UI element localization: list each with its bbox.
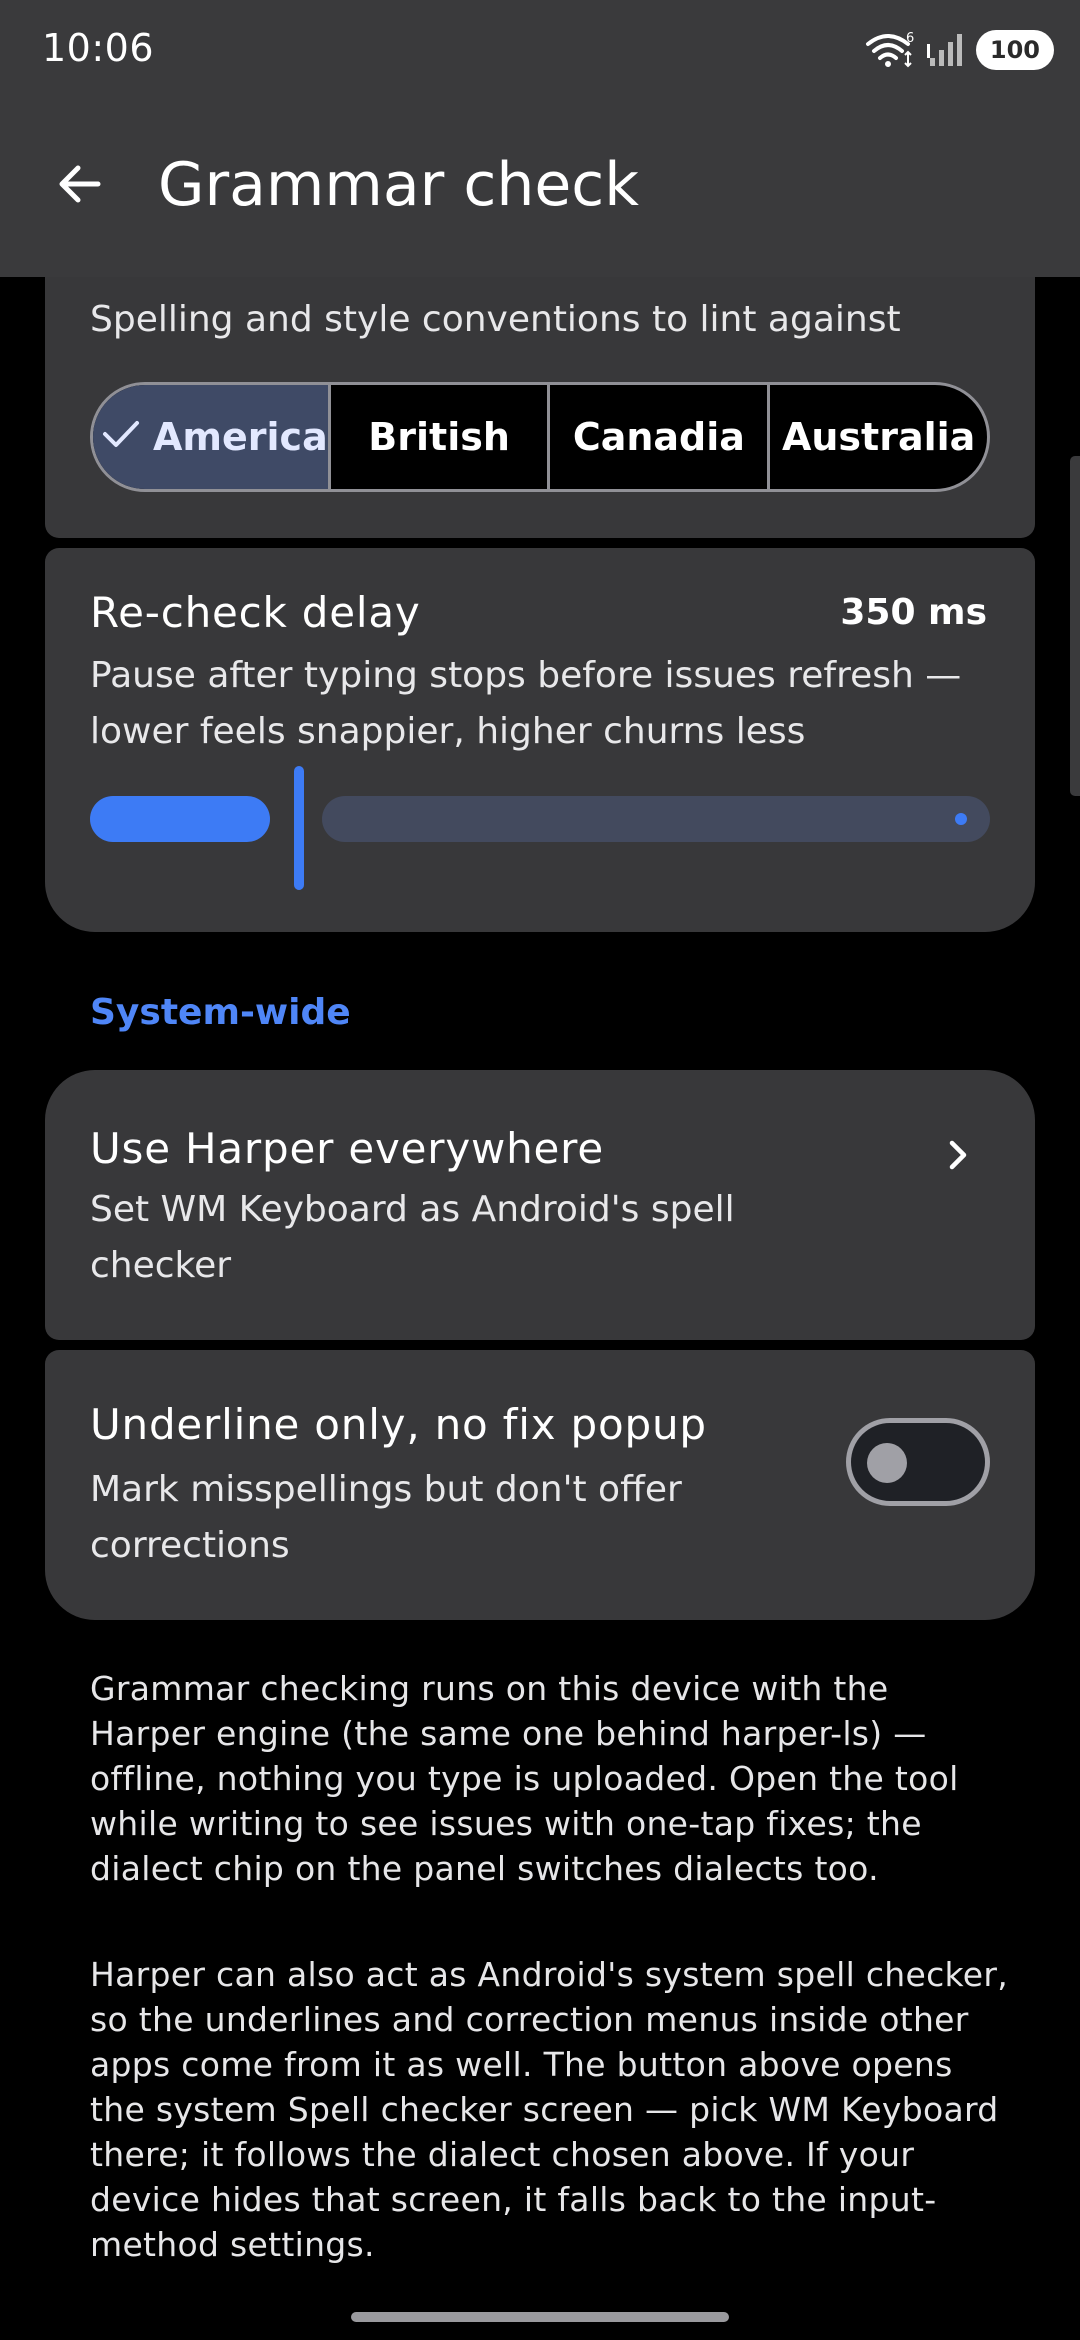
top-app-bar: 10:06 6 100 Grammar check: [0, 0, 1080, 277]
slider-thumb[interactable]: [294, 766, 304, 890]
underline-only-description: Mark misspellings but don't offer correc…: [90, 1469, 682, 1566]
underline-only-title: Underline only, no fix popup: [90, 1400, 707, 1449]
dialect-option-label: America: [153, 415, 328, 459]
checkmark-icon: [101, 413, 141, 462]
status-icons: 6 100: [864, 30, 1054, 70]
info-paragraph-2: Harper can also act as Android's system …: [90, 1955, 1009, 2264]
wifi-badge: 6: [906, 31, 914, 46]
back-button[interactable]: [40, 146, 120, 226]
home-indicator[interactable]: [351, 2312, 729, 2322]
slider-inactive-track: [322, 796, 990, 842]
dialect-option-america[interactable]: America: [93, 385, 328, 489]
recheck-delay-slider[interactable]: [90, 766, 990, 890]
recheck-delay-value: 350 ms: [840, 592, 987, 633]
dialect-option-label: Australia: [781, 415, 976, 459]
use-harper-title: Use Harper everywhere: [90, 1124, 604, 1173]
toggle-knob: [867, 1443, 907, 1483]
use-harper-everywhere-item[interactable]: Use Harper everywhere Set WM Keyboard as…: [45, 1070, 1035, 1340]
battery-icon: 100: [975, 30, 1054, 70]
dialect-option-canadian[interactable]: Canadia: [547, 385, 767, 489]
scrollbar[interactable]: [1070, 456, 1080, 796]
wifi-icon: 6: [864, 30, 916, 70]
dialect-segmented-control: America British Canadia Australia: [90, 382, 990, 492]
use-harper-description: Set WM Keyboard as Android's spell check…: [90, 1189, 735, 1286]
recheck-delay-description: Pause after typing stops before issues r…: [90, 655, 962, 752]
dialect-option-british[interactable]: British: [327, 385, 548, 489]
underline-only-toggle[interactable]: [846, 1418, 990, 1506]
underline-only-item[interactable]: Underline only, no fix popup Mark misspe…: [45, 1350, 1035, 1620]
page-title: Grammar check: [158, 150, 639, 220]
dialect-subtitle: Spelling and style conventions to lint a…: [90, 299, 901, 340]
slider-active-track: [90, 796, 270, 842]
signal-icon: [926, 30, 966, 70]
info-paragraph-1: Grammar checking runs on this device wit…: [90, 1669, 959, 1888]
slider-stop-indicator: [955, 813, 967, 825]
dialect-option-australia[interactable]: Australia: [767, 385, 987, 489]
recheck-delay-title: Re-check delay: [90, 588, 421, 637]
section-header-system-wide: System-wide: [90, 992, 351, 1033]
status-time: 10:06: [42, 26, 155, 70]
arrow-left-icon: [54, 158, 106, 214]
chevron-right-icon: [933, 1130, 983, 1180]
dialect-option-label: British: [368, 415, 510, 459]
dialect-option-label: Canadia: [572, 415, 745, 459]
recheck-delay-card: Re-check delay 350 ms Pause after typing…: [45, 548, 1035, 932]
